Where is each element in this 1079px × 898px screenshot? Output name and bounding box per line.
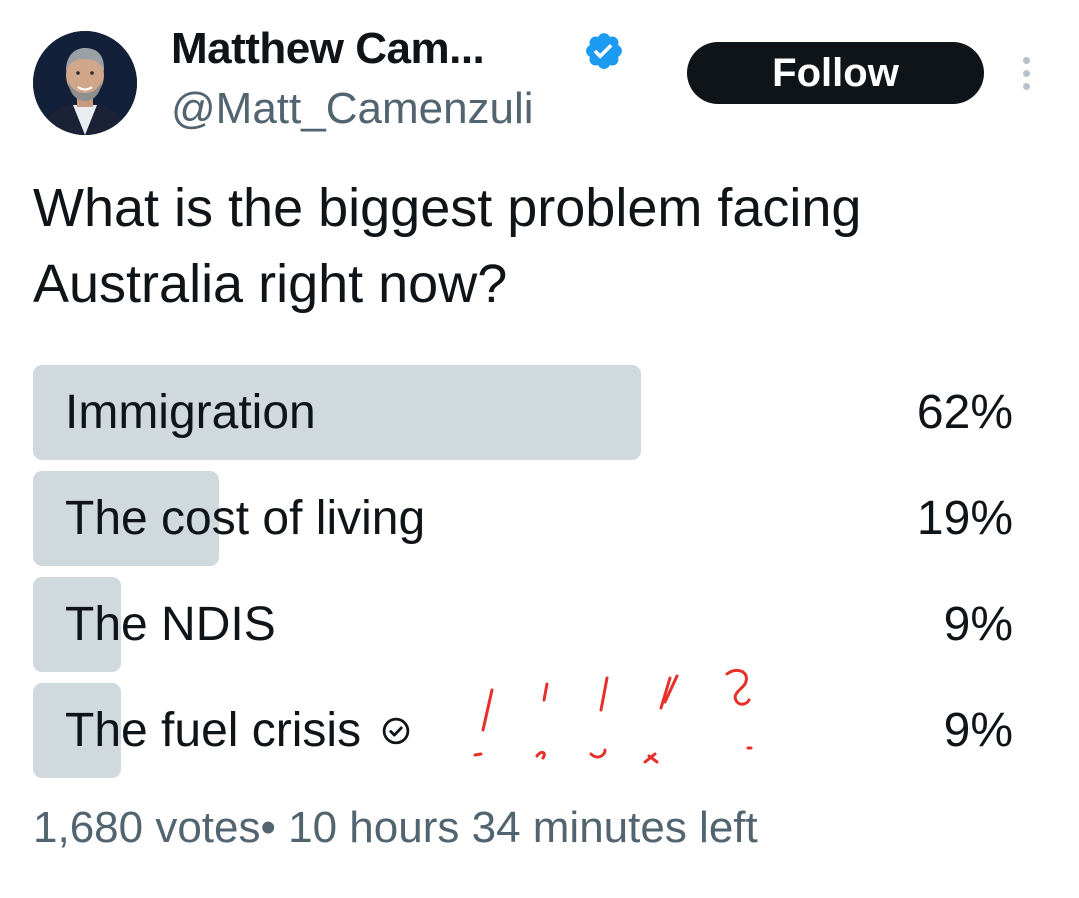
poll-time-left: 10 hours 34 minutes left xyxy=(288,803,758,852)
more-dot xyxy=(1022,56,1030,64)
more-vertical-icon[interactable] xyxy=(1012,50,1040,96)
more-dot xyxy=(1022,69,1030,77)
author-handle[interactable]: @Matt_Camenzuli xyxy=(171,84,534,134)
poll-option-cost-of-living[interactable]: The cost of living 19% xyxy=(33,471,1013,566)
poll-option-percent: 9% xyxy=(943,704,1013,757)
poll-option-label: Immigration xyxy=(65,386,316,439)
poll-option-label: The fuel crisis xyxy=(65,704,362,757)
poll-option-ndis[interactable]: The NDIS 9% xyxy=(33,577,1013,672)
more-dot xyxy=(1022,82,1030,90)
poll-question: What is the biggest problem facing Austr… xyxy=(33,178,862,314)
poll-footer: 1,680 votes• 10 hours 34 minutes left xyxy=(33,803,758,853)
poll-option-label-wrap: The fuel crisis xyxy=(65,683,411,778)
poll-vote-count: 1,680 votes xyxy=(33,803,261,852)
follow-button[interactable]: Follow xyxy=(687,42,984,104)
author-display-name[interactable]: Matthew Cam... xyxy=(171,24,485,74)
poll-option-percent: 19% xyxy=(916,492,1013,545)
poll-option-fuel-crisis[interactable]: The fuel crisis 9% xyxy=(33,683,1013,778)
poll-option-label: The cost of living xyxy=(65,492,426,545)
poll-option-percent: 62% xyxy=(916,386,1013,439)
poll-option-percent: 9% xyxy=(943,598,1013,651)
author-avatar[interactable] xyxy=(33,31,137,135)
check-circle-icon xyxy=(382,717,410,744)
verified-badge-icon xyxy=(586,33,622,69)
poll-option-label: The NDIS xyxy=(65,598,276,651)
avatar-portrait xyxy=(33,31,137,135)
poll-option-immigration[interactable]: Immigration 62% xyxy=(33,365,1013,460)
poll-separator: • xyxy=(260,803,276,852)
